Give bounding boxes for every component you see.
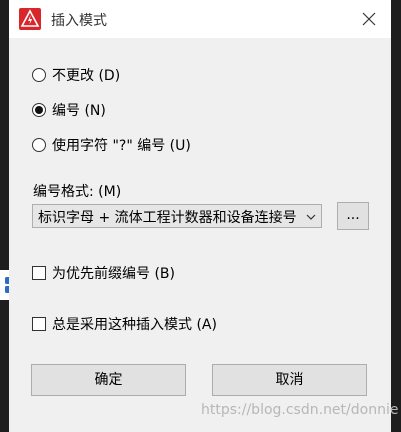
close-icon xyxy=(362,12,376,26)
watermark-text: https://blog.csdn.net/donnie xyxy=(201,402,399,418)
title-bar: 插入模式 xyxy=(9,0,391,38)
window-title: 插入模式 xyxy=(51,13,107,29)
numbering-format-value: 标识字母 + 流体工程计数器和设备连接号 xyxy=(38,210,297,226)
radio-label-no-change: 不更改 (D) xyxy=(52,68,121,84)
radio-numbering[interactable]: 编号 (N) xyxy=(32,100,106,120)
radio-button-selected[interactable] xyxy=(32,103,46,117)
numbering-format-label: 编号格式: (M) xyxy=(33,184,122,200)
insert-mode-dialog: 插入模式 不更改 (D) 编号 (N) 使用字符 "?" 编号 (U) 编号格式… xyxy=(9,0,398,432)
warning-lightning-icon xyxy=(19,8,41,30)
radio-button[interactable] xyxy=(32,138,46,152)
checkbox-label-always: 总是采用这种插入模式 (A) xyxy=(52,317,217,333)
cancel-button[interactable]: 取消 xyxy=(212,364,367,396)
checkbox-label-prefix: 为优先前缀编号 (B) xyxy=(52,266,175,282)
radio-label-numbering: 编号 (N) xyxy=(52,103,106,119)
radio-no-change[interactable]: 不更改 (D) xyxy=(32,65,120,85)
radio-char-numbering[interactable]: 使用字符 "?" 编号 (U) xyxy=(32,135,191,155)
close-button[interactable] xyxy=(353,4,385,34)
checkbox-always[interactable] xyxy=(32,317,46,331)
chevron-down-icon xyxy=(306,214,316,220)
checkbox-row-always[interactable]: 总是采用这种插入模式 (A) xyxy=(32,314,217,334)
radio-button[interactable] xyxy=(32,68,46,82)
checkbox-prefix[interactable] xyxy=(32,266,46,280)
browse-format-button[interactable]: ... xyxy=(337,202,369,230)
numbering-format-select[interactable]: 标识字母 + 流体工程计数器和设备连接号 xyxy=(32,204,322,228)
checkbox-row-prefix[interactable]: 为优先前缀编号 (B) xyxy=(32,263,175,283)
radio-label-char-numbering: 使用字符 "?" 编号 (U) xyxy=(52,138,191,154)
ok-button[interactable]: 确定 xyxy=(31,364,186,396)
